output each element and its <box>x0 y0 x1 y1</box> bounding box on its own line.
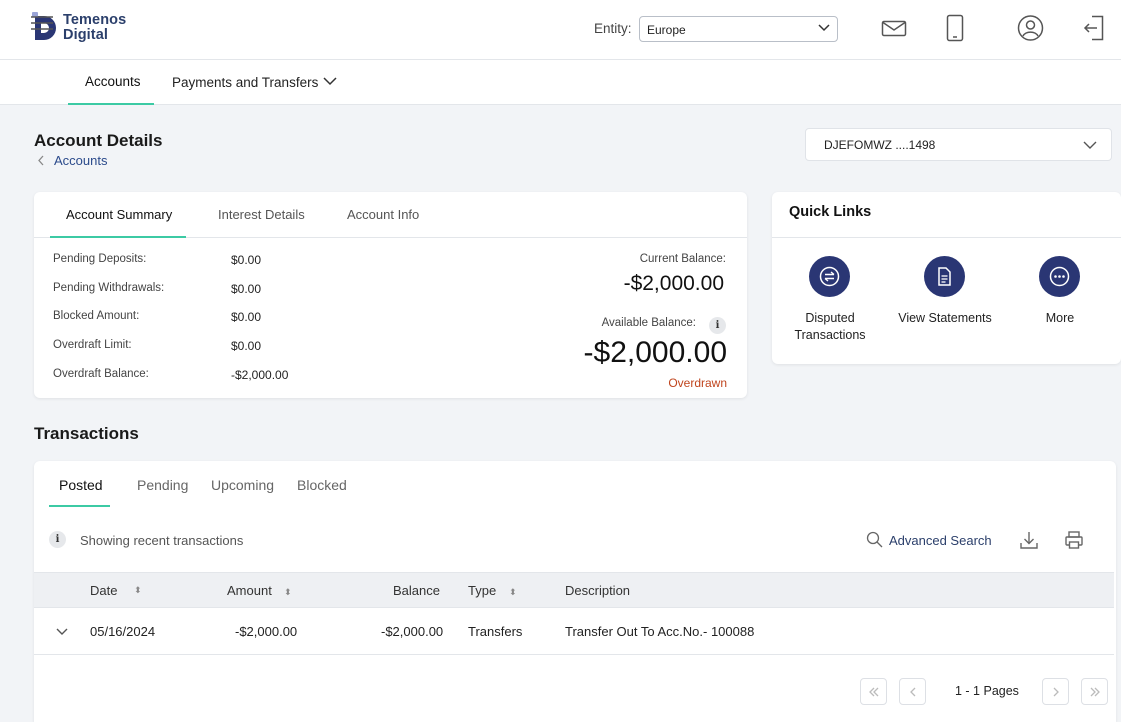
mail-icon[interactable] <box>881 14 907 42</box>
nav-item-label: Accounts <box>85 74 141 89</box>
nav-item-accounts[interactable]: Accounts <box>68 60 154 105</box>
showing-recent-text: Showing recent transactions <box>80 533 244 548</box>
double-chevron-left-icon <box>869 687 879 697</box>
tab-label: Posted <box>59 477 103 493</box>
first-page-button[interactable] <box>860 678 887 705</box>
search-icon[interactable] <box>866 531 883 548</box>
tab-blocked[interactable]: Blocked <box>297 477 347 493</box>
print-icon[interactable] <box>1064 530 1084 550</box>
last-page-button[interactable] <box>1081 678 1108 705</box>
brand-line2: Digital <box>63 27 109 43</box>
advanced-search-link[interactable]: Advanced Search <box>889 533 992 548</box>
quick-link-label-line1: Disputed <box>805 311 855 325</box>
cell-description: Transfer Out To Acc.No.- 100088 <box>565 624 755 639</box>
tab-upcoming[interactable]: Upcoming <box>211 477 274 493</box>
info-icon: i <box>49 531 66 548</box>
tab-label: Account Summary <box>66 207 173 222</box>
quick-link-label-line2: Transactions <box>794 328 866 342</box>
current-balance-label: Current Balance: <box>639 253 726 265</box>
tab-pending[interactable]: Pending <box>137 477 188 493</box>
available-balance-value: -$2,000.00 <box>583 336 727 369</box>
chevron-down-icon[interactable] <box>56 628 68 636</box>
chevron-down-icon[interactable] <box>323 76 337 86</box>
logout-icon[interactable] <box>1083 14 1105 42</box>
more-button[interactable] <box>1039 256 1080 297</box>
cell-balance: -$2,000.00 <box>381 624 444 639</box>
available-balance-label: Available Balance: <box>601 317 696 329</box>
blocked-amount-label: Blocked Amount: <box>53 310 140 322</box>
column-header-amount[interactable]: Amount <box>227 583 272 598</box>
mobile-icon[interactable] <box>945 14 965 42</box>
current-balance-value: -$2,000.00 <box>623 272 724 295</box>
view-statements-button[interactable] <box>924 256 965 297</box>
tab-account-summary[interactable]: Account Summary <box>50 192 186 238</box>
next-page-button[interactable] <box>1042 678 1069 705</box>
chevron-down-icon <box>818 24 830 32</box>
cell-type: Transfers <box>468 624 523 639</box>
main-nav <box>0 60 1121 105</box>
pending-deposits-label: Pending Deposits: <box>53 253 147 265</box>
overdraft-limit-label: Overdraft Limit: <box>53 339 132 351</box>
cell-date: 05/16/2024 <box>90 624 156 639</box>
more-icon <box>1049 266 1070 287</box>
entity-label: Entity: <box>594 21 632 36</box>
pending-withdrawals-value: $0.00 <box>231 282 262 296</box>
account-selector-dropdown[interactable]: DJEFOMWZ ....1498 <box>805 128 1112 161</box>
document-icon <box>938 267 951 286</box>
column-header-type[interactable]: Type <box>468 583 496 598</box>
sort-icon[interactable]: ⬍ <box>134 585 142 596</box>
disputed-transactions-button[interactable] <box>809 256 850 297</box>
double-chevron-right-icon <box>1090 687 1100 697</box>
tab-interest-details[interactable]: Interest Details <box>218 207 305 222</box>
tab-account-info[interactable]: Account Info <box>347 207 419 222</box>
overdraft-balance-value: -$2,000.00 <box>231 368 289 382</box>
page-title: Account Details <box>34 131 163 150</box>
brand-line1: Temenos <box>63 12 127 28</box>
sort-icon[interactable]: ⬍ <box>284 587 292 598</box>
chevron-right-icon <box>1053 687 1059 697</box>
entity-value: Europe <box>647 23 686 37</box>
hamburger-icon[interactable] <box>31 15 53 31</box>
brand-name: Temenos Digital <box>63 13 126 43</box>
download-icon[interactable] <box>1019 530 1039 550</box>
dispute-icon <box>819 266 840 287</box>
tab-posted[interactable]: Posted <box>49 461 110 507</box>
status-badge: Overdrawn <box>668 376 727 390</box>
quick-links-title: Quick Links <box>789 204 872 220</box>
chevron-left-icon[interactable] <box>37 155 45 166</box>
account-selector-value: DJEFOMWZ ....1498 <box>824 138 936 152</box>
previous-page-button[interactable] <box>899 678 926 705</box>
quick-link-label[interactable]: Disputed Transactions <box>780 310 880 344</box>
quick-link-label[interactable]: View Statements <box>890 310 1000 327</box>
nav-item-payments-and-transfers[interactable]: Payments and Transfers <box>172 75 318 90</box>
breadcrumb-accounts-link[interactable]: Accounts <box>54 153 107 168</box>
blocked-amount-value: $0.00 <box>231 310 262 324</box>
transactions-title: Transactions <box>34 424 139 443</box>
pending-withdrawals-label: Pending Withdrawals: <box>53 282 165 294</box>
column-header-description: Description <box>565 583 631 598</box>
entity-dropdown[interactable]: Europe <box>639 16 838 42</box>
overdraft-balance-label: Overdraft Balance: <box>53 368 149 380</box>
overdraft-limit-value: $0.00 <box>231 339 262 353</box>
sort-icon[interactable]: ⬍ <box>509 587 517 598</box>
cell-amount: -$2,000.00 <box>235 624 298 639</box>
pagination-text: 1 - 1 Pages <box>955 684 1019 698</box>
column-header-balance: Balance <box>393 583 440 598</box>
column-header-date[interactable]: Date <box>90 583 117 598</box>
info-icon[interactable]: i <box>709 317 726 334</box>
user-profile-icon[interactable] <box>1017 14 1044 42</box>
chevron-down-icon <box>1083 141 1097 149</box>
pending-deposits-value: $0.00 <box>231 253 262 267</box>
divider <box>772 237 1121 238</box>
chevron-left-icon <box>910 687 916 697</box>
quick-link-label[interactable]: More <box>1020 310 1100 327</box>
